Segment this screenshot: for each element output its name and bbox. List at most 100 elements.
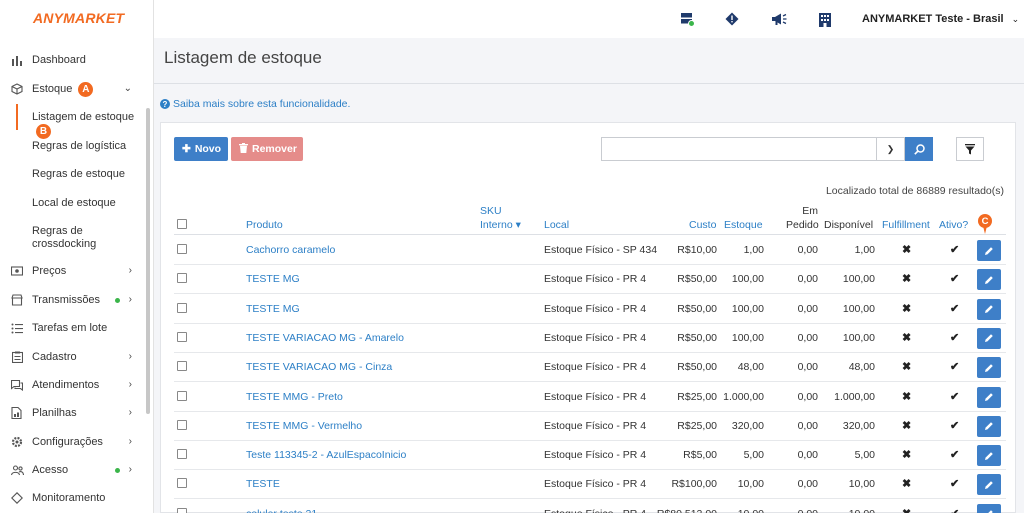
- help-link[interactable]: ? Saiba mais sobre esta funcionalidade.: [160, 98, 350, 110]
- account-menu[interactable]: ANYMARKET Teste - Brasil ⌄: [862, 13, 1019, 25]
- col-custo[interactable]: Custo: [689, 219, 716, 231]
- sidebar-item-atendimentos[interactable]: Atendimentos ›: [0, 373, 150, 397]
- diamond-icon: [10, 491, 24, 505]
- col-ativo[interactable]: Ativo?: [939, 219, 968, 231]
- row-checkbox[interactable]: [177, 390, 187, 401]
- search-button[interactable]: [905, 137, 933, 161]
- stock-value: 1,00: [743, 244, 764, 256]
- chevron-right-icon[interactable]: ›: [129, 464, 132, 475]
- sidebar-item-planilhas[interactable]: Planilhas ›: [0, 401, 150, 425]
- server-status-icon[interactable]: [679, 11, 695, 27]
- ordered-value: 0,00: [797, 302, 818, 315]
- available-value: 1,00: [854, 244, 875, 256]
- sidebar-subitem-listagem[interactable]: Listagem de estoqueB: [32, 111, 152, 139]
- sidebar-item-precos[interactable]: Preços ›: [0, 259, 150, 283]
- product-link[interactable]: TESTE MG: [246, 273, 300, 285]
- chevron-right-icon[interactable]: ›: [129, 351, 132, 362]
- edit-button[interactable]: [977, 327, 1001, 349]
- stock-location: Estoque Físico - PR 4: [544, 508, 646, 513]
- col-local[interactable]: Local: [544, 219, 569, 231]
- row-checkbox[interactable]: [177, 449, 187, 460]
- chevron-right-icon[interactable]: ›: [129, 407, 132, 418]
- sidebar-item-estoque[interactable]: Estoque A ⌄: [0, 77, 150, 101]
- col-produto[interactable]: Produto: [246, 219, 283, 231]
- search-options-dropdown[interactable]: ❯: [877, 137, 905, 161]
- table-row: TESTE MMG - Vermelho Estoque Físico - PR …: [174, 412, 1006, 441]
- edit-button[interactable]: [977, 386, 1001, 408]
- page-header: Listagem de estoque: [154, 38, 1024, 84]
- available-value: 100,00: [842, 273, 875, 286]
- account-name: ANYMARKET Teste - Brasil: [862, 13, 1004, 25]
- product-link[interactable]: Cachorro caramelo: [246, 244, 335, 256]
- stock-panel: ✚ Novo Remover ❯ Localizado total de 8688…: [160, 122, 1016, 513]
- edit-button[interactable]: [977, 298, 1001, 320]
- col-sku[interactable]: SKU Interno ▾: [480, 205, 521, 231]
- row-checkbox[interactable]: [177, 302, 187, 313]
- chevron-right-icon[interactable]: ›: [129, 294, 132, 305]
- sidebar-item-dashboard[interactable]: Dashboard: [0, 48, 150, 72]
- row-checkbox[interactable]: [177, 507, 187, 513]
- bar-chart-icon: [10, 53, 24, 67]
- row-checkbox[interactable]: [177, 361, 187, 372]
- select-all-checkbox[interactable]: [177, 219, 187, 229]
- chevron-right-icon[interactable]: ›: [129, 265, 132, 276]
- sidebar-scrollbar[interactable]: [146, 108, 150, 414]
- product-link[interactable]: TESTE MMG - Vermelho: [246, 420, 362, 432]
- row-checkbox[interactable]: [177, 244, 187, 254]
- product-link[interactable]: TESTE: [246, 478, 280, 490]
- edit-button[interactable]: [977, 269, 1001, 291]
- sidebar-item-label: Monitoramento: [32, 492, 106, 504]
- company-building-icon[interactable]: [817, 11, 833, 27]
- sidebar-subitem-local-estoque[interactable]: Local de estoque: [32, 197, 142, 210]
- product-link[interactable]: TESTE MMG - Preto: [246, 391, 343, 403]
- row-checkbox[interactable]: [177, 273, 187, 284]
- search-input[interactable]: [601, 137, 877, 161]
- megaphone-icon[interactable]: [771, 11, 787, 27]
- edit-button[interactable]: [977, 474, 1001, 496]
- product-link[interactable]: celular teste 21: [246, 508, 317, 513]
- filter-button[interactable]: [956, 137, 984, 161]
- product-link[interactable]: TESTE MG: [246, 303, 300, 315]
- edit-button[interactable]: [977, 357, 1001, 379]
- edit-button[interactable]: [977, 240, 1001, 261]
- x-icon: ✖: [902, 273, 912, 286]
- sidebar-item-acesso[interactable]: Acesso ›: [0, 458, 150, 482]
- sidebar-item-label: Transmissões: [32, 294, 101, 306]
- remove-button-label: Remover: [252, 143, 297, 155]
- alert-icon[interactable]: [724, 11, 740, 27]
- col-estoque[interactable]: Estoque: [724, 219, 763, 231]
- sidebar-item-configuracoes[interactable]: Configurações ›: [0, 430, 150, 454]
- sidebar-subitem-crossdocking[interactable]: Regras de crossdocking: [32, 225, 112, 251]
- sidebar-subitem-regras-logistica[interactable]: Regras de logística: [32, 140, 142, 153]
- chevron-right-icon[interactable]: ›: [129, 436, 132, 447]
- product-link[interactable]: Teste 113345-2 - AzulEspacoInicio: [246, 449, 406, 461]
- ordered-value: 0,00: [797, 244, 818, 256]
- trash-icon: [239, 142, 248, 156]
- col-em-pedido: Em Pedido: [786, 205, 819, 231]
- product-link[interactable]: TESTE VARIACAO MG - Amarelo: [246, 332, 404, 344]
- sidebar-subitem-regras-estoque[interactable]: Regras de estoque: [32, 168, 142, 181]
- chevron-right-icon[interactable]: ›: [129, 379, 132, 390]
- sidebar-item-tarefas-lote[interactable]: Tarefas em lote: [0, 316, 150, 340]
- brand-logo[interactable]: ANYMARKET: [33, 10, 124, 26]
- row-checkbox[interactable]: [177, 478, 187, 489]
- new-button[interactable]: ✚ Novo: [174, 137, 228, 161]
- chevron-down-icon[interactable]: ⌄: [124, 83, 132, 94]
- ordered-value: 0,00: [797, 273, 818, 286]
- stock-location: Estoque Físico - PR 4: [544, 478, 647, 491]
- edit-button[interactable]: [977, 415, 1001, 437]
- edit-button[interactable]: [977, 445, 1001, 467]
- stock-value: 48,00: [737, 361, 764, 374]
- sidebar-item-monitoramento[interactable]: Monitoramento: [0, 486, 150, 510]
- row-checkbox[interactable]: [177, 331, 187, 342]
- check-icon: ✔: [950, 302, 960, 315]
- col-fulfillment[interactable]: Fulfillment: [882, 219, 930, 231]
- sidebar-item-cadastro[interactable]: Cadastro ›: [0, 345, 150, 369]
- sidebar-item-transmissoes[interactable]: Transmissões ›: [0, 288, 150, 312]
- row-checkbox[interactable]: [177, 419, 187, 430]
- edit-button[interactable]: [977, 503, 1001, 513]
- remove-button[interactable]: Remover: [231, 137, 303, 161]
- check-icon: ✔: [950, 507, 959, 513]
- plus-icon: ✚: [182, 143, 191, 155]
- product-link[interactable]: TESTE VARIACAO MG - Cinza: [246, 361, 392, 373]
